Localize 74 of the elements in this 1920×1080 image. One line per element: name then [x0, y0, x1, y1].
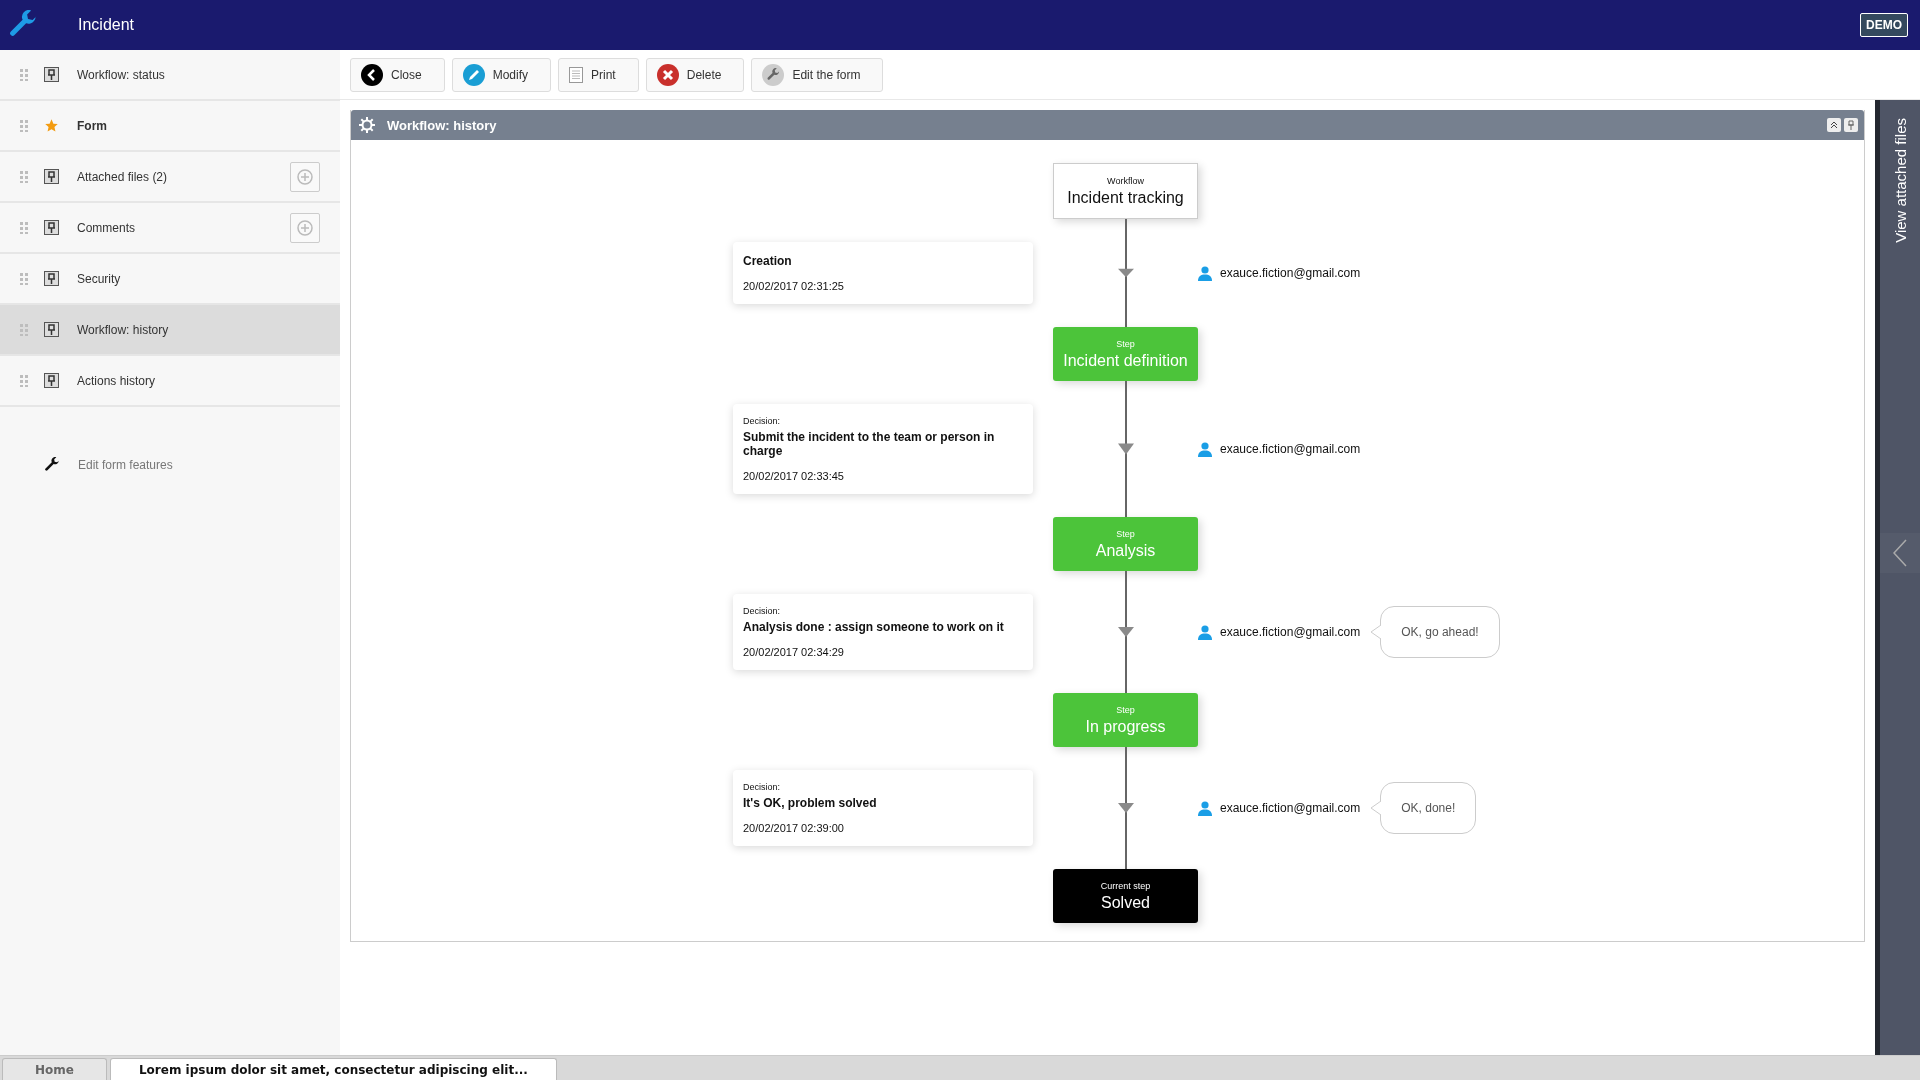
- app-title: Incident: [78, 16, 136, 34]
- pin-icon: [44, 322, 59, 337]
- decision-label: Decision:: [743, 606, 781, 616]
- collapse-button[interactable]: [1827, 118, 1841, 132]
- user-email: exauce.fiction@gmail.com: [1220, 625, 1361, 639]
- demo-badge: DEMO: [1860, 13, 1908, 37]
- drag-handle-icon[interactable]: [20, 374, 28, 387]
- sidebar-item[interactable]: Attached files (2): [0, 152, 340, 203]
- user-icon: [1198, 441, 1212, 457]
- document-icon: [569, 66, 584, 83]
- decision-date: 20/02/2017 02:33:45: [743, 470, 845, 482]
- drag-handle-icon[interactable]: [20, 221, 28, 234]
- user-icon: [1198, 624, 1212, 640]
- view-attached-files-tab[interactable]: View attached files: [1891, 118, 1909, 243]
- sidebar-item[interactable]: Workflow: history: [0, 305, 340, 356]
- star-icon: [44, 118, 59, 133]
- back-icon: [361, 63, 383, 86]
- sidebar-item[interactable]: Actions history: [0, 356, 340, 407]
- toolbar-button[interactable]: Delete: [645, 57, 745, 92]
- plus-icon: [297, 168, 313, 185]
- comment-text: OK, go ahead!: [1401, 625, 1479, 639]
- gear-icon: [359, 117, 375, 133]
- add-button[interactable]: [290, 212, 320, 243]
- user-email: exauce.fiction@gmail.com: [1220, 801, 1361, 815]
- step-node: Step Analysis: [1053, 517, 1198, 571]
- workflow-node: Workflow Incident tracking: [1053, 163, 1198, 219]
- wrench-icon: [762, 63, 785, 86]
- expand-button[interactable]: [1880, 532, 1920, 573]
- user-email: exauce.fiction@gmail.com: [1220, 442, 1361, 456]
- decision-title: It's OK, problem solved: [743, 796, 878, 810]
- drag-handle-icon[interactable]: [20, 272, 28, 285]
- sidebar-item[interactable]: Form: [0, 101, 340, 152]
- delete-icon: [656, 63, 679, 86]
- pencil-icon: [462, 63, 485, 86]
- step-node: Step Incident definition: [1053, 327, 1198, 381]
- decision-title: Creation: [743, 254, 793, 268]
- drag-handle-icon[interactable]: [20, 323, 28, 336]
- wrench-icon: [44, 457, 60, 473]
- panel-title: Workflow: history: [387, 117, 498, 133]
- sidebar-item[interactable]: Workflow: status: [0, 50, 340, 101]
- pin-icon: [1846, 120, 1856, 130]
- comment-text: OK, done!: [1401, 801, 1456, 815]
- pin-icon: [44, 169, 59, 184]
- toolbar-button[interactable]: Close: [350, 57, 445, 92]
- double-chevron-up-icon: [1829, 120, 1839, 130]
- user-email: exauce.fiction@gmail.com: [1220, 266, 1361, 280]
- chevron-left-icon: [1893, 538, 1907, 567]
- sidebar-item[interactable]: Comments: [0, 203, 340, 254]
- edit-form-features-link[interactable]: Edit form features: [78, 458, 173, 472]
- decision-title: Analysis done : assign someone to work on it: [743, 620, 1005, 634]
- decision-date: 20/02/2017 02:34:29: [743, 646, 845, 658]
- decision-date: 20/02/2017 02:31:25: [743, 280, 845, 292]
- drag-handle-icon[interactable]: [20, 68, 28, 81]
- decision-title: Submit the incident to the team or person in charge: [743, 430, 996, 458]
- decision-label: Decision:: [743, 782, 781, 792]
- current-step-node: Current step Solved: [1053, 869, 1198, 923]
- toolbar-button[interactable]: Edit the form: [751, 57, 884, 92]
- user-icon: [1198, 800, 1212, 816]
- toolbar-button[interactable]: Print: [558, 57, 639, 92]
- pin-icon: [44, 271, 59, 286]
- drag-handle-icon[interactable]: [20, 119, 28, 132]
- drag-handle-icon[interactable]: [20, 170, 28, 183]
- user-icon: [1198, 265, 1212, 281]
- pin-icon: [44, 373, 59, 388]
- pin-icon: [44, 67, 59, 82]
- step-node: Step In progress: [1053, 693, 1198, 747]
- decision-date: 20/02/2017 02:39:00: [743, 822, 845, 834]
- plus-icon: [297, 219, 313, 236]
- add-button[interactable]: [290, 161, 320, 192]
- pin-icon: [44, 220, 59, 235]
- decision-label: Decision:: [743, 416, 781, 426]
- bottom-tab[interactable]: Home: [2, 1058, 107, 1080]
- bottom-tab[interactable]: Lorem ipsum dolor sit amet, consectetur adipiscing elit...: [109, 1058, 557, 1080]
- toolbar-button[interactable]: Modify: [451, 57, 552, 92]
